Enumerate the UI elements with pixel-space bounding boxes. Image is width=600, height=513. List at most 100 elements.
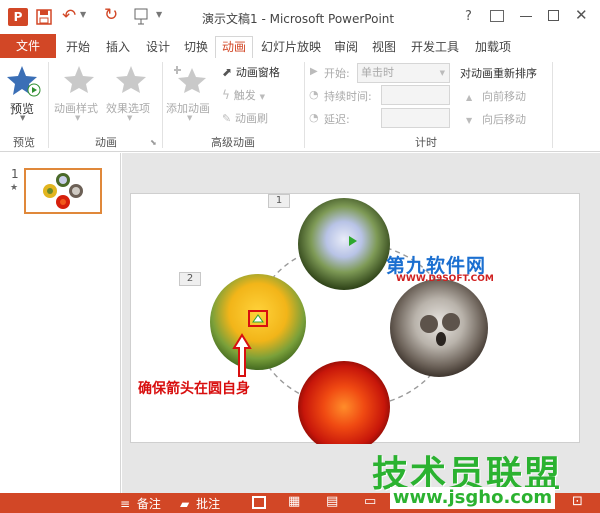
delay-label: 延迟: bbox=[324, 113, 350, 126]
d9soft-watermark-url: WWW.D9SOFT.COM bbox=[396, 274, 494, 284]
move-later-icon: ▼ bbox=[466, 116, 473, 125]
title-bar: P ↶ ▼ ↻ ▼ 演示文稿1 - Microsoft PowerPoint ?… bbox=[0, 0, 600, 34]
animation-pane-label: 动画窗格 bbox=[235, 66, 280, 79]
group-separator bbox=[48, 62, 49, 148]
slide-sorter-icon[interactable]: ▦ bbox=[288, 494, 300, 509]
trigger-label: 触发 bbox=[233, 89, 256, 102]
start-label: 开始: bbox=[324, 67, 350, 80]
fit-window-icon[interactable]: ⊡ bbox=[572, 494, 583, 509]
animation-pane-icon: ⬈ bbox=[222, 65, 233, 79]
slide[interactable]: 1 2 确保箭头在圆自身 第九软件网 WWW.D9SOFT.COM bbox=[130, 193, 580, 444]
ribbon-display-icon[interactable] bbox=[490, 10, 504, 22]
preview-button[interactable]: 预览 ▼ bbox=[4, 62, 44, 122]
slide-thumb-animation-star: ★ bbox=[10, 183, 19, 193]
slide-graphics bbox=[210, 198, 488, 444]
trigger-icon: ϟ bbox=[222, 88, 230, 102]
add-animation-button[interactable]: 添加动画 ▼ bbox=[166, 62, 216, 128]
restore-icon[interactable] bbox=[548, 10, 559, 21]
animation-styles-dropdown-icon: ▼ bbox=[75, 114, 81, 122]
group-separator bbox=[304, 62, 305, 148]
undo-icon[interactable]: ↶ bbox=[62, 6, 76, 26]
reorder-title: 对动画重新排序 bbox=[460, 67, 537, 80]
koala-circle[interactable] bbox=[390, 279, 488, 377]
move-earlier-label: 向前移动 bbox=[481, 90, 526, 103]
notes-label: 备注 bbox=[136, 497, 161, 511]
animation-painter-icon: ✎ bbox=[222, 112, 232, 125]
tab-view[interactable]: 视图 bbox=[366, 37, 402, 57]
save-icon[interactable] bbox=[36, 9, 52, 25]
redo-icon[interactable]: ↻ bbox=[104, 5, 118, 25]
comments-label: 批注 bbox=[196, 497, 221, 511]
move-later-button[interactable]: ▼ 向后移动 bbox=[466, 111, 546, 127]
preview-dropdown-icon: ▼ bbox=[20, 114, 26, 122]
notes-icon: ≡ bbox=[120, 497, 131, 511]
effect-options-button[interactable]: 效果选项 ▼ bbox=[106, 62, 156, 128]
notes-button[interactable]: ≡ 备注 bbox=[120, 495, 161, 512]
start-select[interactable]: 单击时 ▼ bbox=[357, 63, 450, 83]
tab-addins[interactable]: 加载项 bbox=[468, 37, 518, 57]
annotation-text: 确保箭头在圆自身 bbox=[138, 381, 250, 397]
duration-label: 持续时间: bbox=[324, 90, 372, 103]
touch-mode-icon[interactable] bbox=[132, 7, 150, 25]
tab-insert[interactable]: 插入 bbox=[100, 37, 136, 57]
qat-dropdown-icon[interactable]: ▼ bbox=[156, 10, 162, 19]
animation-styles-button[interactable]: 动画样式 ▼ bbox=[54, 62, 104, 128]
trigger-button[interactable]: ϟ 触发 ▼ bbox=[222, 87, 292, 105]
undo-dropdown-icon[interactable]: ▼ bbox=[80, 10, 86, 19]
reading-view-icon[interactable]: ▤ bbox=[326, 494, 338, 509]
trigger-dropdown-icon: ▼ bbox=[259, 93, 265, 101]
slide-thumbnail-image bbox=[43, 173, 83, 209]
normal-view-icon[interactable] bbox=[252, 496, 266, 509]
comments-icon: ▰ bbox=[180, 497, 190, 511]
group-separator bbox=[162, 62, 163, 148]
slideshow-icon[interactable]: ▭ bbox=[364, 494, 376, 509]
slide-item-label-1: 1 bbox=[268, 194, 290, 208]
move-earlier-button[interactable]: ▲ 向前移动 bbox=[466, 88, 546, 104]
animation-painter-label: 动画刷 bbox=[235, 112, 269, 125]
jsgho-watermark-url: www.jsgho.com bbox=[390, 487, 555, 509]
group-animation-name: 动画 bbox=[95, 136, 117, 149]
delay-input[interactable] bbox=[381, 108, 450, 128]
tab-developer[interactable]: 开发工具 bbox=[404, 37, 466, 57]
ribbon-animations: 预览 ▼ 预览 动画样式 ▼ 效果选项 ▼ 动画 ⬊ 添加动画 ▼ ⬈ 动画窗格… bbox=[0, 58, 600, 152]
ribbon-tabs: 文件 开始 插入 设计 切换 动画 幻灯片放映 审阅 视图 开发工具 加载项 bbox=[0, 34, 600, 58]
animation-pane-button[interactable]: ⬈ 动画窗格 bbox=[222, 64, 300, 82]
preview-star-icon bbox=[7, 66, 41, 97]
close-icon[interactable]: ✕ bbox=[575, 6, 588, 24]
duration-clock-icon: ◔ bbox=[309, 88, 319, 101]
slide-thumb-number: 1 bbox=[11, 167, 19, 181]
window-title: 演示文稿1 - Microsoft PowerPoint bbox=[202, 12, 395, 26]
tab-home[interactable]: 开始 bbox=[60, 37, 96, 57]
tab-file[interactable]: 文件 bbox=[0, 34, 56, 58]
move-earlier-icon: ▲ bbox=[466, 93, 473, 102]
tab-design[interactable]: 设计 bbox=[140, 37, 176, 57]
add-animation-star-icon bbox=[174, 66, 206, 93]
group-timing-name: 计时 bbox=[415, 136, 437, 149]
duration-input[interactable] bbox=[381, 85, 450, 105]
slide-editor-area: 1 2 确保箭头在圆自身 第九软件网 WWW.D9SOFT.COM 技术员联盟 bbox=[122, 153, 600, 495]
comments-button[interactable]: ▰ 批注 bbox=[180, 495, 220, 512]
dialog-launcher-icon[interactable]: ⬊ bbox=[150, 138, 157, 147]
animation-painter-button[interactable]: ✎ 动画刷 bbox=[222, 110, 292, 128]
tab-animations[interactable]: 动画 bbox=[215, 36, 253, 58]
start-select-value: 单击时 bbox=[361, 66, 394, 79]
group-preview-name: 预览 bbox=[13, 136, 35, 149]
status-bar: ≡ 备注 ▰ 批注 ▦ ▤ ▭ www.jsgho.com ⊡ bbox=[0, 487, 600, 513]
group-advanced-name: 高级动画 bbox=[211, 136, 255, 149]
chrysanthemum-circle[interactable] bbox=[298, 361, 390, 444]
animation-style-star-icon bbox=[64, 66, 94, 93]
tab-transitions[interactable]: 切换 bbox=[178, 37, 214, 57]
group-separator bbox=[552, 62, 553, 148]
effect-options-dropdown-icon: ▼ bbox=[127, 114, 133, 122]
slide-thumbnail-pane: 1 ★ bbox=[0, 153, 121, 493]
hydrangea-circle[interactable] bbox=[298, 198, 390, 290]
add-animation-dropdown-icon: ▼ bbox=[187, 114, 193, 122]
effect-options-star-icon bbox=[116, 66, 146, 93]
start-select-dropdown-icon: ▼ bbox=[439, 69, 445, 77]
tab-slideshow[interactable]: 幻灯片放映 bbox=[256, 37, 326, 57]
powerpoint-logo-icon[interactable]: P bbox=[8, 8, 28, 26]
tab-review[interactable]: 审阅 bbox=[328, 37, 364, 57]
slide-thumbnail[interactable] bbox=[24, 168, 102, 214]
help-icon[interactable]: ? bbox=[465, 9, 472, 24]
minimize-icon[interactable] bbox=[520, 16, 532, 17]
